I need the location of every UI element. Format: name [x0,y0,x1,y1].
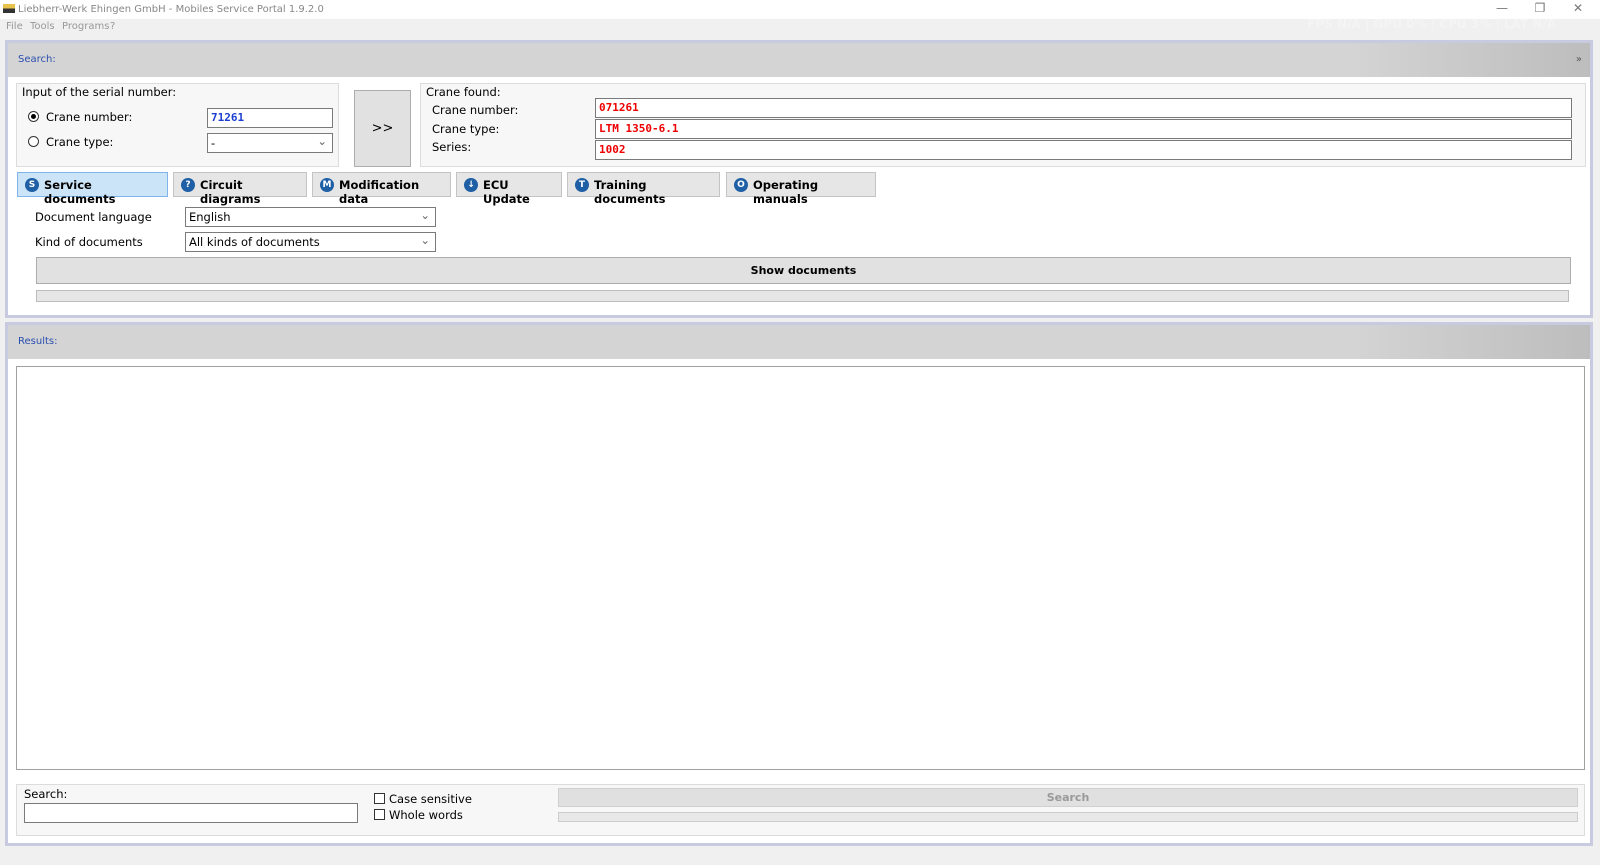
crane-found-legend: Crane found: [426,85,501,99]
collapse-icon[interactable]: » [1576,43,1582,77]
app-icon [3,4,15,13]
whole-words-checkbox[interactable] [374,809,385,820]
training-icon: T [575,178,589,192]
found-crane-number: 071261 [595,98,1572,118]
search-button[interactable]: Search [558,788,1578,807]
tab-circuit-diagrams[interactable]: ? Circuit diagrams [173,172,307,206]
found-crane-type-label: Crane type: [432,122,500,136]
case-sensitive-checkbox[interactable] [374,793,385,804]
crane-number-label: Crane number: [46,110,133,124]
close-button[interactable]: ✕ [1560,0,1596,19]
results-search-label: Search: [24,787,68,801]
find-crane-button[interactable]: >> [354,90,411,167]
crane-type-label: Crane type: [46,135,114,149]
document-language-label: Document language [35,210,152,224]
tab-operating-manuals[interactable]: O Operating manuals [726,172,876,206]
crane-type-radio[interactable] [28,136,39,147]
results-search-input[interactable] [24,803,358,823]
kind-of-documents-label: Kind of documents [35,235,143,249]
documents-progress-bar [36,290,1569,302]
tab-label: Service documents [44,178,116,206]
service-icon: S [25,178,39,192]
search-panel-title: Search: [18,54,56,65]
show-documents-button[interactable]: Show documents [36,257,1571,284]
tab-training-documents[interactable]: T Training documents [567,172,720,206]
tab-label: Training documents [594,178,666,206]
search-progress-bar [558,812,1578,822]
found-series-label: Series: [432,140,472,154]
crane-type-value: - [211,136,216,150]
document-language-select[interactable]: English [185,207,436,227]
download-icon: ↓ [464,178,478,192]
whole-words-label: Whole words [389,808,463,822]
case-sensitive-label: Case sensitive [389,792,472,806]
kind-of-documents-value: All kinds of documents [189,235,320,249]
found-series: 1002 [595,140,1572,160]
manual-icon: O [734,178,748,192]
tab-label: ECU Update [483,178,530,206]
serial-legend: Input of the serial number: [22,85,177,99]
tab-modification-data[interactable]: M Modification data [312,172,451,206]
found-crane-number-label: Crane number: [432,103,519,117]
performance-overlay: FPS N/A | GPU 0% | CPU 3% | LAT N/A [1307,17,1556,31]
search-panel-header: Search: » [8,43,1590,77]
modification-icon: M [320,178,334,192]
crane-number-radio[interactable] [28,111,39,122]
found-crane-type: LTM 1350-6.1 [595,119,1572,139]
window-title: Liebherr-Werk Ehingen GmbH - Mobiles Ser… [18,4,324,15]
tab-service-documents[interactable]: S Service documents [17,172,168,206]
tab-label: Circuit diagrams [200,178,261,206]
results-list[interactable] [16,366,1585,770]
results-panel-title: Results: [18,336,58,347]
crane-type-select[interactable]: - [207,133,333,153]
menu-file[interactable]: File [6,21,23,32]
menu-tools[interactable]: Tools [30,21,55,32]
tab-ecu-update[interactable]: ↓ ECU Update [456,172,562,206]
crane-number-input[interactable]: 71261 [207,108,333,128]
help-icon: ? [181,178,195,192]
document-language-value: English [189,210,231,224]
kind-of-documents-select[interactable]: All kinds of documents [185,232,436,252]
results-panel-header: Results: [8,325,1590,359]
menu-programs[interactable]: Programs [62,21,109,32]
menu-help[interactable]: ? [110,21,115,32]
